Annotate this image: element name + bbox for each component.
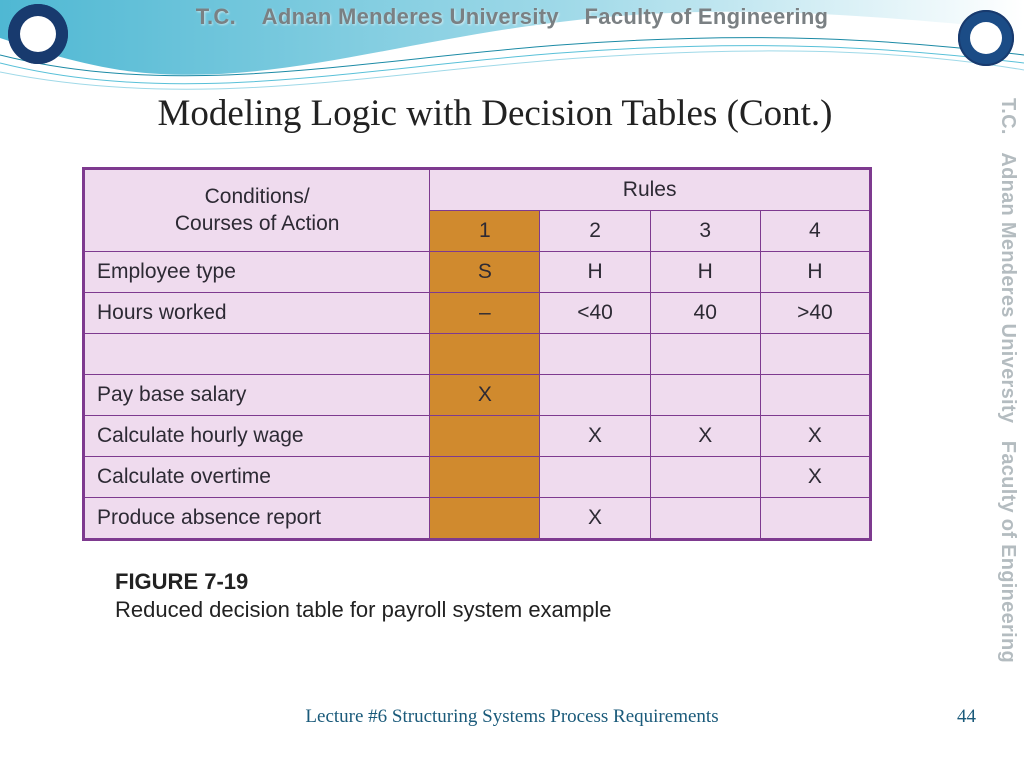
row-label: Hours worked <box>84 293 430 334</box>
side-watermark: T.C. Adnan Menderes University Faculty o… <box>992 100 1022 660</box>
conditions-header-l1: Conditions/ <box>205 185 310 208</box>
rule-num-4: 4 <box>760 211 870 252</box>
cell: X <box>540 416 650 457</box>
row-label <box>84 334 430 375</box>
cell: H <box>650 252 760 293</box>
cell: X <box>540 498 650 540</box>
table-row: Employee type S H H H <box>84 252 871 293</box>
table-row: Calculate overtime X <box>84 457 871 498</box>
cell: X <box>650 416 760 457</box>
rule-num-3: 3 <box>650 211 760 252</box>
cell: – <box>430 293 540 334</box>
decision-table: Conditions/ Courses of Action Rules 1 2 … <box>82 167 872 541</box>
figure-caption: FIGURE 7-19 Reduced decision table for p… <box>115 568 611 623</box>
table-row <box>84 334 871 375</box>
cell <box>430 416 540 457</box>
rule-num-1: 1 <box>430 211 540 252</box>
header-band: T.C. Adnan Menderes University Faculty o… <box>0 0 1024 95</box>
row-label: Produce absence report <box>84 498 430 540</box>
cell <box>430 498 540 540</box>
cell: H <box>540 252 650 293</box>
university-logo-left <box>8 4 68 64</box>
cell: >40 <box>760 293 870 334</box>
rule-num-2: 2 <box>540 211 650 252</box>
cell: X <box>760 416 870 457</box>
conditions-header-l2: Courses of Action <box>175 212 340 235</box>
cell: <40 <box>540 293 650 334</box>
cell <box>760 498 870 540</box>
table-row: Calculate hourly wage X X X <box>84 416 871 457</box>
row-label: Calculate hourly wage <box>84 416 430 457</box>
page-number: 44 <box>957 706 976 728</box>
table-row: Hours worked – <40 40 >40 <box>84 293 871 334</box>
cell <box>540 457 650 498</box>
slide-title: Modeling Logic with Decision Tables (Con… <box>0 92 990 135</box>
cell <box>430 457 540 498</box>
conditions-header: Conditions/ Courses of Action <box>84 169 430 252</box>
table-row: Produce absence report X <box>84 498 871 540</box>
side-watermark-text: T.C. Adnan Menderes University Faculty o… <box>996 98 1019 663</box>
footer-lecture-title: Lecture #6 Structuring Systems Process R… <box>0 706 1024 728</box>
cell: X <box>430 375 540 416</box>
row-label: Calculate overtime <box>84 457 430 498</box>
figure-label: FIGURE 7-19 <box>115 569 248 594</box>
cell: X <box>760 457 870 498</box>
cell: S <box>430 252 540 293</box>
cell <box>540 334 650 375</box>
cell <box>760 334 870 375</box>
cell <box>760 375 870 416</box>
cell <box>650 375 760 416</box>
row-label: Employee type <box>84 252 430 293</box>
cell: 40 <box>650 293 760 334</box>
faculty-logo-right <box>958 10 1014 66</box>
cell <box>650 498 760 540</box>
cell <box>650 334 760 375</box>
cell: H <box>760 252 870 293</box>
header-org-text: T.C. Adnan Menderes University Faculty o… <box>0 4 1024 30</box>
figure-text: Reduced decision table for payroll syste… <box>115 597 611 622</box>
cell <box>540 375 650 416</box>
cell <box>650 457 760 498</box>
rules-header: Rules <box>430 169 871 211</box>
table-row: Pay base salary X <box>84 375 871 416</box>
cell <box>430 334 540 375</box>
row-label: Pay base salary <box>84 375 430 416</box>
